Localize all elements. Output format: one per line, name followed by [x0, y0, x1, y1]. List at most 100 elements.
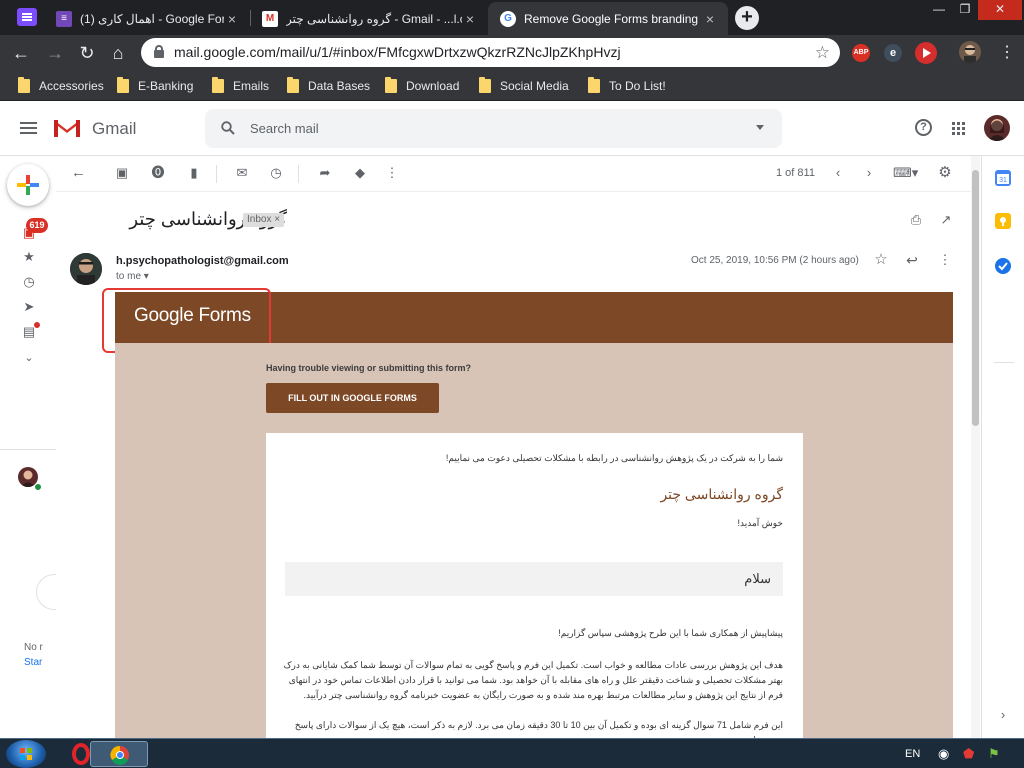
inbox-label-chip[interactable]: Inbox × [243, 213, 285, 227]
forward-arrow-icon[interactable]: → [43, 41, 67, 65]
search-input[interactable]: Search mail [205, 109, 782, 148]
hangouts-bubble[interactable] [36, 574, 56, 610]
bookmark-star-icon[interactable]: ☆ [815, 38, 830, 67]
section-header: سلام [285, 562, 783, 596]
bookmark-label: Social Media [500, 79, 569, 93]
browser-tab-strip: ≡ اهمال کاری (1) - Google Forms × M گروه… [0, 0, 1024, 35]
open-new-window-icon[interactable]: ↗ [939, 213, 953, 227]
minimize-button[interactable]: — [926, 0, 952, 20]
gmail-wordmark: Gmail [92, 119, 137, 138]
bookmark-accessories[interactable]: Accessories [18, 77, 104, 95]
unread-count-badge: 619 [26, 218, 48, 233]
address-bar[interactable]: mail.google.com/mail/u/1/#inbox/FMfcgxwD… [141, 38, 840, 67]
bookmark-emails[interactable]: Emails [212, 77, 269, 95]
invite-text: شما را به شرکت در یک پژوهش روانشناسی در … [445, 453, 783, 463]
expand-panel-chevron-icon[interactable]: › [996, 708, 1010, 722]
language-indicator[interactable]: EN [905, 739, 920, 768]
print-icon[interactable]: ⎙ [909, 213, 923, 227]
tab-google-forms[interactable]: ≡ اهمال کاری (1) - Google Forms × [44, 2, 250, 35]
back-arrow-icon[interactable]: ← [9, 41, 33, 65]
action-center-tray-icon[interactable]: ⚑ [988, 739, 1000, 768]
settings-gear-icon[interactable]: ⚙ [938, 165, 952, 180]
security-tray-icon[interactable]: ⬟ [963, 739, 974, 768]
maximize-button[interactable]: ❐ [952, 0, 978, 20]
tasks-icon[interactable] [995, 258, 1011, 274]
browser-toolbar: ← → ↻ ⌂ mail.google.com/mail/u/1/#inbox/… [0, 35, 1024, 71]
sent-icon[interactable]: ➤ [22, 300, 36, 314]
label-icon[interactable]: ◆ [353, 166, 367, 180]
bookmark-label: E-Banking [138, 79, 194, 93]
main-menu-icon[interactable] [20, 122, 37, 124]
start-chat-link[interactable]: Star [24, 657, 42, 668]
details-chevron-icon: ▾ [143, 271, 149, 282]
section-title: سلام [744, 571, 771, 586]
back-to-inbox-icon[interactable]: ← [71, 165, 86, 180]
more-chevron-icon[interactable]: ⌄ [22, 351, 36, 365]
taskbar-chrome-icon[interactable] [90, 741, 148, 767]
calendar-icon[interactable]: 31 [995, 170, 1011, 186]
message-scrollbar[interactable] [971, 156, 980, 738]
more-actions-icon[interactable]: ⋮ [938, 253, 952, 267]
folder-icon [588, 77, 600, 93]
bookmark-label: Accessories [39, 79, 104, 93]
close-window-button[interactable]: ✕ [978, 0, 1022, 20]
drafts-dot [34, 322, 40, 328]
browser-menu-icon[interactable]: ⋮ [995, 41, 1019, 65]
side-panel: 31 › [981, 156, 1024, 738]
tab-close-icon[interactable]: × [702, 11, 718, 27]
report-spam-icon[interactable]: ⓿ [151, 166, 165, 180]
home-icon[interactable]: ⌂ [106, 41, 130, 65]
search-options-icon[interactable] [756, 125, 764, 130]
tab-close-icon[interactable]: × [224, 11, 240, 27]
windows-start-icon[interactable] [6, 740, 46, 768]
sender-email: h.psychopathologist@gmail.com [116, 255, 289, 267]
tab-title: اهمال کاری (1) - Google Forms [80, 11, 224, 26]
tab-remove-branding[interactable]: G Remove Google Forms branding × [488, 2, 728, 35]
forms-app-icon[interactable] [17, 8, 37, 26]
help-icon[interactable]: ? [915, 119, 932, 136]
adblock-plus-icon[interactable]: ABP [852, 44, 870, 62]
sender-avatar[interactable] [70, 253, 102, 285]
network-tray-icon[interactable]: ◉ [938, 739, 949, 768]
snooze-icon[interactable]: ◷ [269, 166, 283, 180]
recipient-details[interactable]: to me ▾ [116, 271, 149, 282]
reload-icon[interactable]: ↻ [75, 41, 99, 65]
snoozed-clock-icon[interactable]: ◷ [22, 275, 36, 289]
starred-icon[interactable]: ★ [22, 250, 36, 264]
tab-close-icon[interactable]: × [462, 11, 478, 27]
gmail-logo-icon[interactable] [52, 117, 82, 139]
account-avatar[interactable] [984, 115, 1010, 141]
search-icon[interactable] [221, 121, 235, 135]
scrollbar-thumb[interactable] [972, 170, 979, 426]
form-card: شما را به شرکت در یک پژوهش روانشناسی در … [266, 433, 803, 738]
bookmark-e-banking[interactable]: E-Banking [117, 77, 193, 95]
bookmark-to-do-list[interactable]: To Do List! [588, 77, 666, 95]
fill-out-form-button[interactable]: FILL OUT IN GOOGLE FORMS [266, 383, 439, 413]
more-options-icon[interactable]: ⋮ [385, 166, 399, 180]
bookmark-social-media[interactable]: Social Media [479, 77, 569, 95]
newer-chevron-icon[interactable]: ‹ [831, 166, 845, 180]
tab-gmail[interactable]: M گروه روانشناسی چتر - Gmail - ...l.com … [250, 2, 488, 35]
keep-icon[interactable] [995, 213, 1011, 229]
archive-icon[interactable]: ▣ [115, 166, 129, 180]
bookmark-download[interactable]: Download [385, 77, 459, 95]
new-tab-button[interactable]: + [735, 6, 759, 30]
google-apps-icon[interactable] [952, 122, 955, 125]
pagination-text: 1 of 811 [776, 167, 815, 179]
panel-divider [994, 362, 1014, 363]
input-tools-keyboard-icon[interactable]: ⌨▾ [893, 166, 918, 180]
reply-icon[interactable]: ↩ [905, 253, 919, 267]
bookmark-data-bases[interactable]: Data Bases [287, 77, 370, 95]
google-forms-favicon-icon: ≡ [56, 10, 72, 27]
star-icon[interactable]: ☆ [874, 252, 888, 267]
recipient-text: to me [116, 271, 142, 282]
extension-e-icon[interactable]: e [884, 44, 902, 62]
mark-unread-icon[interactable]: ✉ [235, 166, 249, 180]
hangouts-empty-text: No r [24, 642, 43, 653]
profile-avatar[interactable] [959, 41, 981, 63]
delete-icon[interactable]: ▮ [187, 166, 201, 180]
video-extension-icon[interactable] [915, 42, 937, 64]
older-chevron-icon[interactable]: › [862, 166, 876, 180]
compose-button[interactable] [7, 164, 49, 206]
move-to-icon[interactable]: ➦ [318, 166, 332, 180]
